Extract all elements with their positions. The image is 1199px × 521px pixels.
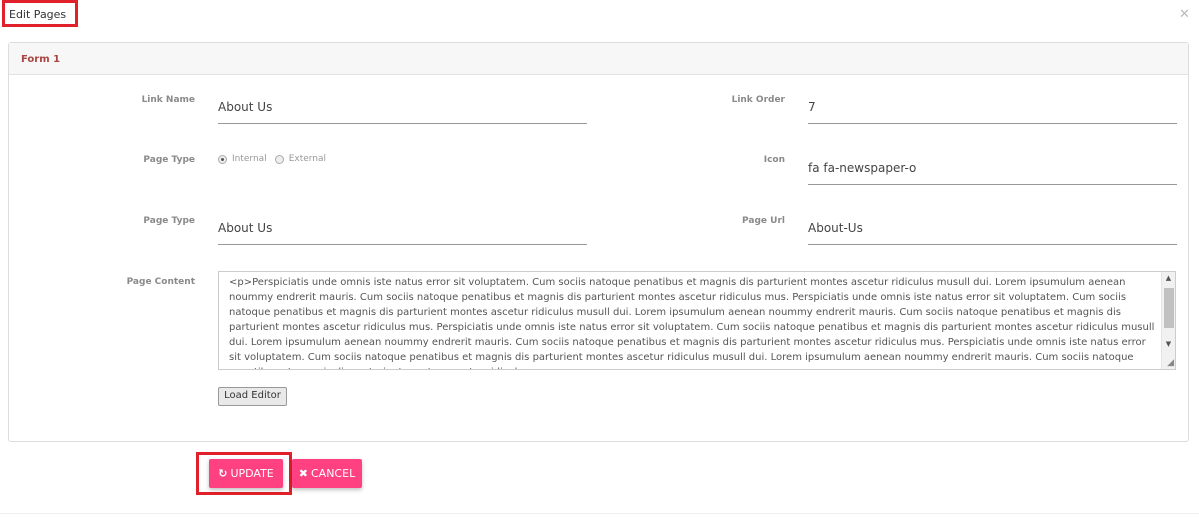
page-url-input[interactable]: About-Us <box>808 215 1177 245</box>
page-type-label: Page Type <box>143 155 195 165</box>
icon-label: Icon <box>763 155 785 165</box>
radio-internal[interactable] <box>218 154 227 164</box>
scroll-up-icon[interactable]: ▲ <box>1162 272 1175 285</box>
update-button[interactable]: ↻ UPDATE <box>209 459 283 488</box>
link-order-input[interactable]: 7 <box>808 94 1177 124</box>
page-type-radio-group: Internal External <box>218 154 334 164</box>
page-title-input[interactable]: About Us <box>218 215 587 245</box>
cancel-label: CANCEL <box>311 467 356 480</box>
scroll-down-icon[interactable]: ▼ <box>1162 338 1175 351</box>
textarea-scrollbar[interactable]: ▲ ▼ <box>1161 272 1175 369</box>
link-name-input[interactable]: About Us <box>218 94 587 124</box>
load-editor-button[interactable]: Load Editor <box>218 387 287 406</box>
page-title-label: Page Type <box>143 216 195 226</box>
resize-grip-icon[interactable]: ◢ <box>1167 359 1174 368</box>
form-panel: Form 1 Link Name About Us Link Order 7 P… <box>8 42 1189 442</box>
update-label: UPDATE <box>230 467 274 480</box>
close-icon: ✖ <box>298 467 308 480</box>
radio-external[interactable] <box>274 154 284 164</box>
page-content-textarea[interactable]: <p>Perspiciatis unde omnis iste natus er… <box>218 271 1176 370</box>
close-icon[interactable]: ✕ <box>1179 8 1190 22</box>
icon-input[interactable]: fa fa-newspaper-o <box>808 155 1177 185</box>
link-name-label: Link Name <box>141 95 195 105</box>
refresh-icon: ↻ <box>218 467 228 480</box>
page-content-label: Page Content <box>126 277 195 287</box>
footer-divider <box>0 513 1199 514</box>
page-content-text: <p>Perspiciatis unde omnis iste natus er… <box>229 277 1155 369</box>
link-order-label: Link Order <box>731 95 785 105</box>
modal-title: Edit Pages <box>2 0 78 27</box>
radio-external-label: External <box>288 154 327 164</box>
radio-internal-label: Internal <box>232 154 267 164</box>
page-url-label: Page Url <box>742 216 785 226</box>
scroll-thumb[interactable] <box>1164 288 1174 328</box>
cancel-button[interactable]: ✖ CANCEL <box>292 459 362 488</box>
panel-heading: Form 1 <box>9 43 1188 75</box>
